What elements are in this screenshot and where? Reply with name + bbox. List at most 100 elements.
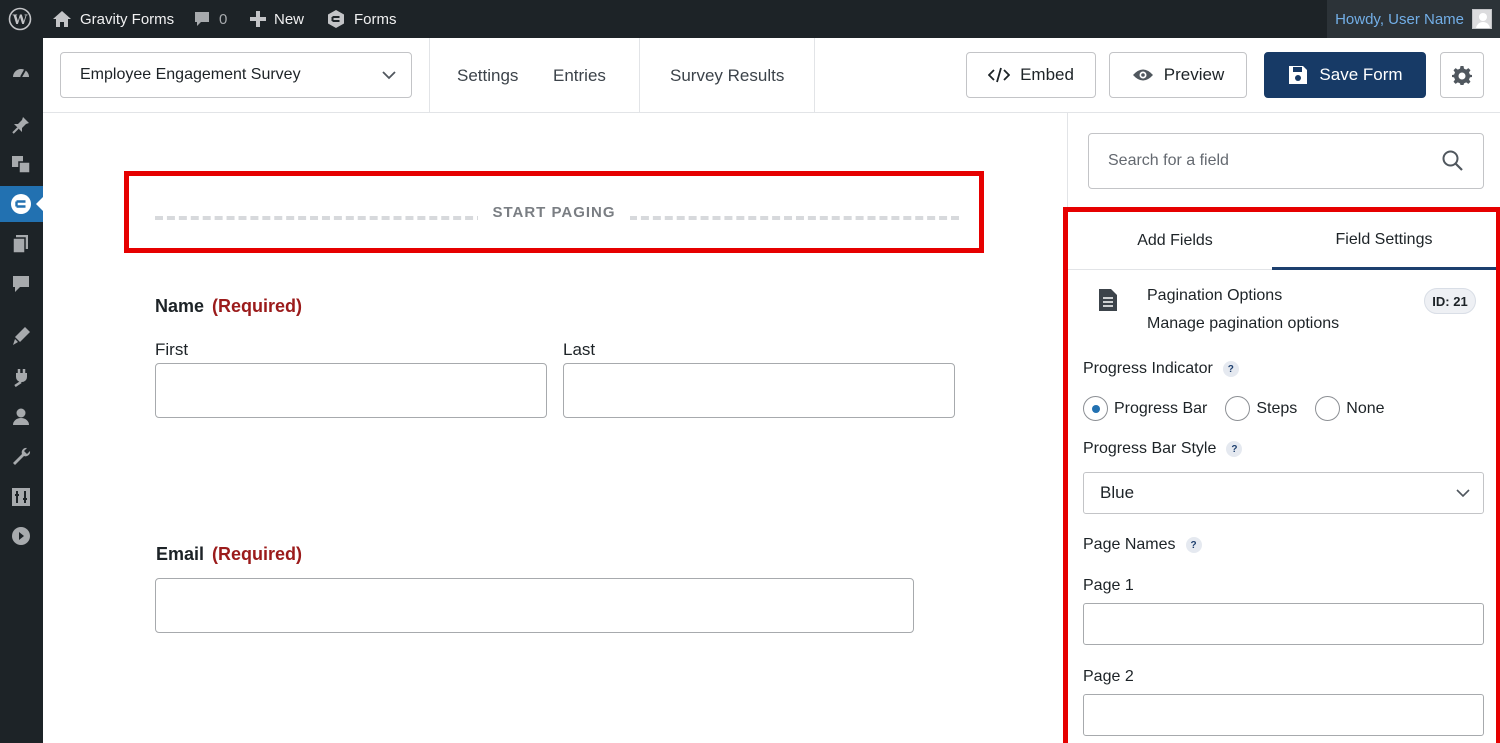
progress-indicator-label: Progress Indicator ? (1083, 360, 1239, 378)
home-icon (53, 11, 71, 27)
progress-indicator-text: Progress Indicator (1083, 360, 1213, 377)
form-switcher-select[interactable]: Employee Engagement Survey (60, 52, 412, 98)
field-settings-highlight: Add Fields Field Settings Pagination Opt… (1063, 207, 1500, 743)
preview-button[interactable]: Preview (1109, 52, 1247, 98)
radio-steps[interactable]: Steps (1225, 396, 1297, 421)
media-icon[interactable] (10, 153, 32, 175)
tab-add-fields[interactable]: Add Fields (1068, 212, 1282, 270)
radio-button-checked[interactable] (1083, 396, 1108, 421)
plugins-icon[interactable] (10, 366, 32, 388)
preview-label: Preview (1163, 65, 1225, 84)
form-canvas: START PAGING Name (Required) First Last E… (43, 113, 1067, 743)
email-label-text: Email (156, 544, 205, 564)
help-icon[interactable]: ? (1185, 537, 1202, 553)
tab-field-settings[interactable]: Field Settings (1272, 212, 1496, 270)
save-form-button[interactable]: Save Form (1264, 52, 1426, 98)
last-name-input[interactable] (563, 363, 955, 418)
settings-menu-icon[interactable] (10, 486, 32, 508)
search-placeholder: Search for a field (1108, 152, 1229, 169)
radio-none[interactable]: None (1315, 396, 1385, 421)
new-content-link[interactable]: New (250, 0, 304, 38)
form-settings-button[interactable] (1440, 52, 1484, 98)
survey-results-link[interactable]: Survey Results (670, 38, 784, 113)
pages-icon[interactable] (10, 233, 32, 255)
site-name-link[interactable]: Gravity Forms (52, 0, 174, 38)
chevron-down-icon (382, 71, 396, 80)
progress-bar-style-value: Blue (1100, 483, 1135, 502)
appearance-icon[interactable] (10, 325, 32, 347)
gravity-forms-menu-icon[interactable] (10, 193, 32, 215)
form-switcher-value: Employee Engagement Survey (80, 66, 301, 83)
progress-bar-style-select[interactable]: Blue (1083, 472, 1484, 514)
first-name-input[interactable] (155, 363, 547, 418)
collapse-menu-icon[interactable] (10, 525, 32, 547)
gear-icon (1452, 66, 1472, 85)
radio-button[interactable] (1315, 396, 1341, 421)
comments-menu-icon[interactable] (10, 273, 32, 295)
pin-icon[interactable] (10, 114, 32, 136)
new-label: New (274, 10, 305, 28)
paging-divider-left (155, 216, 485, 220)
tools-icon[interactable] (10, 446, 32, 468)
entries-link[interactable]: Entries (553, 38, 606, 113)
site-name: Gravity Forms (80, 10, 175, 28)
start-paging-field[interactable]: START PAGING (124, 171, 984, 253)
code-icon (988, 67, 1011, 83)
chevron-down-icon (1456, 489, 1470, 498)
form-editor-toolbar: Employee Engagement Survey Settings Entr… (43, 38, 1500, 113)
required-marker: (Required) (212, 296, 303, 316)
email-input[interactable] (155, 578, 914, 633)
comments-count: 0 (219, 10, 228, 28)
eye-icon (1132, 69, 1153, 81)
plus-icon (250, 11, 266, 27)
page-2-label: Page 2 (1083, 668, 1134, 685)
progress-bar-style-text: Progress Bar Style (1083, 440, 1217, 457)
page-1-name-input[interactable] (1083, 603, 1484, 645)
forms-link[interactable]: Forms (326, 0, 397, 38)
embed-button[interactable]: Embed (966, 52, 1096, 98)
progress-indicator-options: Progress Bar Steps None (1083, 396, 1403, 421)
admin-bar: W Gravity Forms 0 New Forms Howdy, User … (0, 0, 1500, 38)
howdy-text: Howdy, User Name (1335, 10, 1464, 28)
radio-label: Steps (1256, 399, 1298, 417)
required-marker: (Required) (212, 544, 303, 564)
start-paging-label: START PAGING (478, 203, 630, 221)
comment-icon (195, 12, 209, 26)
radio-label: Progress Bar (1114, 399, 1208, 417)
toolbar-divider (639, 38, 640, 113)
embed-label: Embed (1020, 65, 1074, 84)
page-2-name-input[interactable] (1083, 694, 1484, 736)
help-icon[interactable]: ? (1222, 361, 1239, 377)
wordpress-logo-icon[interactable]: W (8, 0, 32, 38)
name-label-text: Name (155, 296, 205, 316)
field-description: Manage pagination options (1147, 315, 1340, 332)
field-search-input[interactable]: Search for a field (1088, 133, 1484, 189)
field-title: Pagination Options (1147, 287, 1283, 304)
user-account-menu[interactable]: Howdy, User Name (1327, 0, 1500, 38)
gravity-forms-icon (328, 10, 344, 28)
document-icon (1099, 289, 1117, 311)
last-name-label: Last (563, 340, 596, 359)
first-name-label: First (155, 340, 189, 359)
radio-label: None (1346, 399, 1385, 417)
radio-button[interactable] (1225, 396, 1251, 421)
search-icon (1442, 150, 1463, 171)
paging-divider-right (629, 216, 959, 220)
svg-text:W: W (12, 13, 28, 28)
users-icon[interactable] (10, 406, 32, 428)
help-icon[interactable]: ? (1226, 441, 1243, 457)
name-field-label: Name (Required) (155, 296, 302, 317)
progress-bar-style-label: Progress Bar Style ? (1083, 440, 1243, 458)
field-sidebar-panel: Search for a field Add Fields Field Sett… (1063, 113, 1500, 743)
admin-sidebar (0, 38, 44, 743)
avatar (1472, 9, 1492, 29)
comments-link[interactable]: 0 (193, 0, 227, 38)
radio-progress-bar[interactable]: Progress Bar (1083, 396, 1207, 421)
forms-label: Forms (354, 10, 397, 28)
panel-tabs: Add Fields Field Settings (1068, 212, 1496, 270)
page-names-label: Page Names ? (1083, 536, 1202, 554)
settings-link[interactable]: Settings (457, 38, 518, 113)
dashboard-icon[interactable] (10, 62, 32, 84)
toolbar-divider (814, 38, 815, 113)
page-names-text: Page Names (1083, 536, 1176, 553)
